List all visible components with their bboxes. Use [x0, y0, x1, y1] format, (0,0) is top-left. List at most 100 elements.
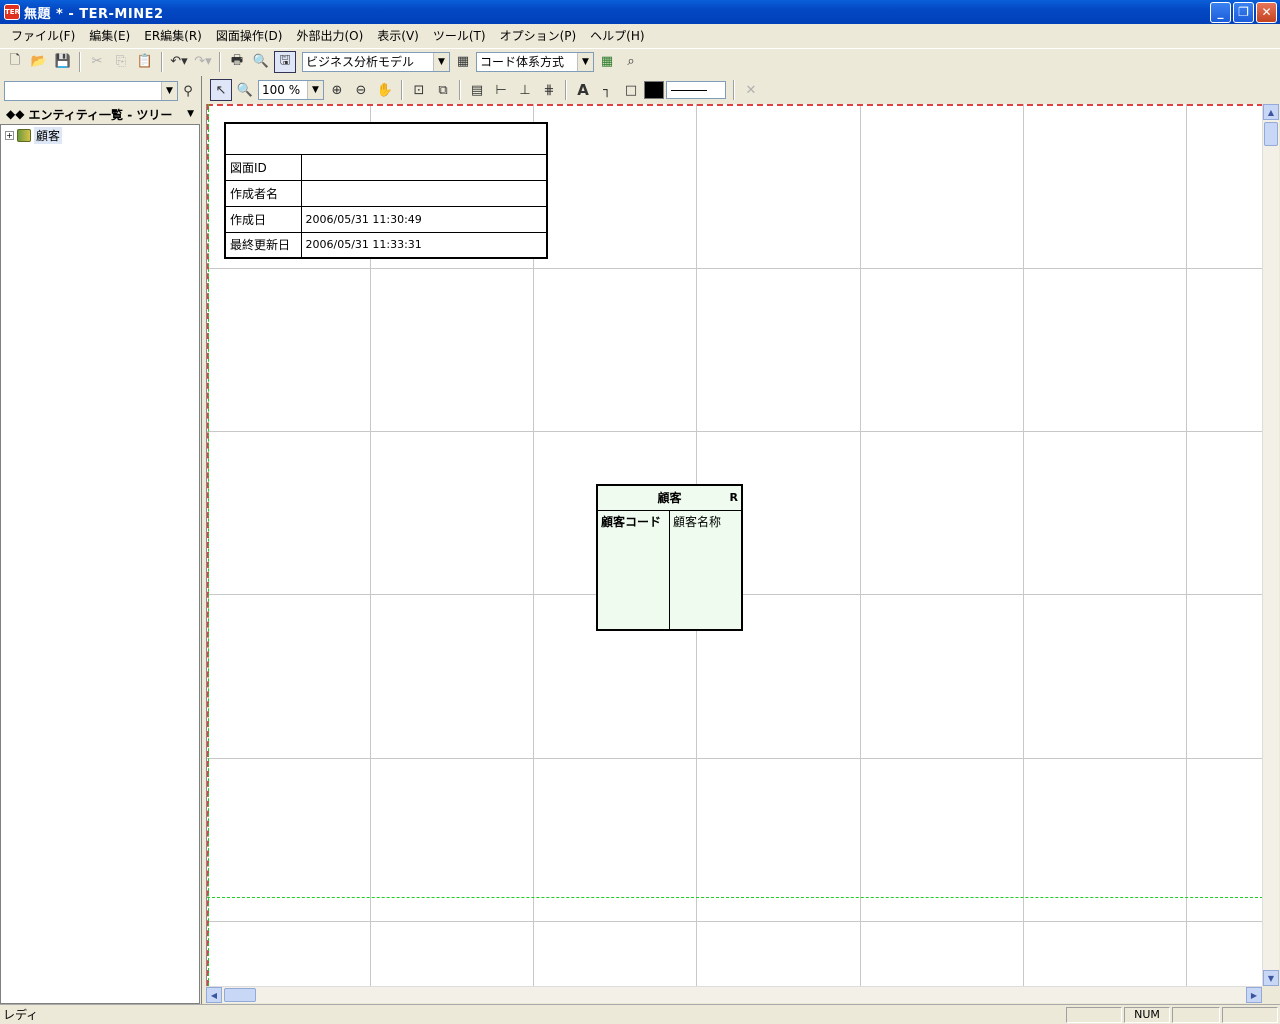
entity-attribute: 顧客名称 — [673, 515, 722, 529]
relation-many-icon[interactable]: ⋕ — [538, 79, 560, 101]
toolbar-separator — [459, 80, 461, 100]
cut-icon[interactable]: ✂ — [86, 51, 108, 73]
grid-line — [207, 431, 1262, 432]
menu-bar: ファイル(F) 編集(E) ER編集(R) 図面操作(D) 外部出力(O) 表示… — [0, 24, 1280, 46]
status-panel-empty — [1066, 1006, 1122, 1023]
horizontal-scrollbar[interactable]: ◀ ▶ — [206, 986, 1262, 1003]
entity-book-icon — [17, 129, 31, 142]
diagram-canvas[interactable]: 図面ID 作成者名 作成日 2006/05/31 11:30:49 最終更新日 20… — [206, 104, 1262, 986]
status-panel-empty — [1222, 1006, 1278, 1023]
minimize-button[interactable]: _ — [1210, 2, 1231, 23]
zoom-in-icon[interactable]: ⊕ — [326, 79, 348, 101]
print-icon[interactable]: 🖶 — [226, 51, 248, 73]
add-entity-icon[interactable]: ▤ — [466, 79, 488, 101]
zoom-select[interactable]: 100 % ▼ — [258, 80, 324, 100]
toolbar-separator — [79, 51, 81, 72]
entity-body: 顧客コード 顧客名称 — [598, 511, 741, 629]
status-text: レディ — [3, 1008, 39, 1022]
grid-line — [1023, 104, 1024, 986]
grid-line — [860, 104, 861, 986]
vertical-scroll-thumb[interactable] — [1264, 122, 1278, 146]
menu-help[interactable]: ヘルプ(H) — [583, 27, 651, 44]
chevron-down-icon[interactable]: ▼ — [187, 109, 194, 119]
info-value — [300, 179, 548, 207]
table-row: 作成日 2006/05/31 11:30:49 — [224, 205, 548, 233]
left-combo-row: ▼ ⚲ — [4, 81, 200, 101]
info-value: 2006/05/31 11:33:31 — [300, 231, 548, 259]
save-icon[interactable]: 💾 — [52, 51, 74, 73]
chevron-down-icon[interactable]: ▼ — [433, 52, 449, 71]
menu-er-edit[interactable]: ER編集(R) — [137, 27, 209, 44]
app-icon[interactable]: TER — [4, 4, 20, 20]
zoom-out-icon[interactable]: ⊖ — [350, 79, 372, 101]
elbow-line-icon[interactable]: ┐ — [596, 79, 618, 101]
fit-page-icon[interactable]: ⊡ — [408, 79, 430, 101]
menu-edit[interactable]: 編集(E) — [82, 27, 137, 44]
tree-item[interactable]: + 顧客 — [5, 127, 63, 144]
zoom-icon[interactable]: 🔍 — [234, 79, 256, 101]
diagram-info-table[interactable]: 図面ID 作成者名 作成日 2006/05/31 11:30:49 最終更新日 20… — [224, 122, 548, 259]
title-bar: TER 無題 * - TER-MINE2 _ ❐ ✕ — [0, 0, 1280, 24]
toolbar-separator — [161, 51, 163, 72]
expand-icon[interactable]: + — [5, 131, 14, 140]
redo-icon[interactable]: ↷▾ — [192, 51, 214, 73]
info-key: 最終更新日 — [224, 231, 302, 259]
scroll-down-icon[interactable]: ▼ — [1263, 970, 1279, 986]
tree-item-label[interactable]: 顧客 — [34, 127, 63, 144]
new-file-icon[interactable]: 🗋 — [4, 51, 26, 73]
menu-export[interactable]: 外部出力(O) — [289, 27, 370, 44]
entity-filter-select[interactable]: ▼ — [4, 81, 178, 101]
scroll-up-icon[interactable]: ▲ — [1263, 104, 1279, 120]
page-settings-icon[interactable]: ⧉ — [432, 79, 454, 101]
line-style-select[interactable] — [666, 81, 726, 99]
open-folder-icon[interactable]: 📂 — [28, 51, 50, 73]
copy-icon[interactable]: ⎘ — [110, 51, 132, 73]
text-icon[interactable]: A — [572, 79, 594, 101]
scroll-left-icon[interactable]: ◀ — [206, 987, 222, 1003]
entity-header: 顧客 R — [598, 486, 741, 511]
menu-view[interactable]: 表示(V) — [370, 27, 426, 44]
table-settings-icon[interactable]: ▦ — [452, 51, 474, 73]
tree-header: ◆◆ エンティティ一覧 - ツリー ▼ — [0, 104, 200, 124]
restore-button[interactable]: ❐ — [1233, 2, 1254, 23]
entity-tree[interactable]: + 顧客 — [0, 124, 200, 1004]
paste-icon[interactable]: 📋 — [134, 51, 156, 73]
subtype-icon[interactable]: ⊥ — [514, 79, 536, 101]
hand-pan-icon[interactable]: ✋ — [374, 79, 396, 101]
info-value: 2006/05/31 11:30:49 — [300, 205, 548, 233]
save-diagram-icon[interactable]: 🖫 — [274, 50, 296, 73]
entity-box[interactable]: 顧客 R 顧客コード 顧客名称 — [596, 484, 743, 631]
model-select-value: ビジネス分析モデル — [306, 55, 415, 69]
scroll-right-icon[interactable]: ▶ — [1246, 987, 1262, 1003]
code-select[interactable]: コード体系方式 ▼ — [476, 51, 594, 72]
grid-line — [207, 758, 1262, 759]
vertical-scrollbar[interactable]: ▲ ▼ — [1262, 104, 1279, 986]
close-button[interactable]: ✕ — [1256, 2, 1277, 23]
diagram-toolbar: ↖ 🔍 100 % ▼ ⊕ ⊖ ✋ ⊡ ⧉ ▤ ⊢ ⊥ ⋕ A ┐ □ ▼ ✕ — [206, 78, 1280, 102]
color-picker[interactable] — [644, 81, 664, 99]
info-value — [300, 153, 548, 181]
nav-arrows-icon[interactable]: ◆◆ — [6, 107, 24, 121]
horizontal-scroll-thumb[interactable] — [224, 988, 256, 1002]
model-select[interactable]: ビジネス分析モデル ▼ — [302, 51, 450, 72]
relation-line-icon[interactable]: ⊢ — [490, 79, 512, 101]
select-pointer-icon[interactable]: ↖ — [210, 79, 232, 101]
chevron-down-icon[interactable]: ▼ — [307, 81, 323, 99]
chevron-down-icon[interactable]: ▼ — [161, 82, 177, 100]
menu-tools[interactable]: ツール(T) — [426, 27, 493, 44]
undo-icon[interactable]: ↶▾ — [168, 51, 190, 73]
menu-options[interactable]: オプション(P) — [493, 27, 584, 44]
search-entity-icon[interactable]: ⚲ — [178, 80, 198, 102]
chevron-down-icon[interactable]: ▼ — [577, 52, 593, 71]
main-toolbar: 🗋 📂 💾 ✂ ⎘ 📋 ↶▾ ↷▾ 🖶 🔍 🖫 ビジネス分析モデル ▼ ▦ コー… — [0, 48, 1280, 74]
menu-diagram[interactable]: 図面操作(D) — [209, 27, 290, 44]
toolbar-separator — [732, 80, 735, 100]
entity-type-mark: R — [729, 491, 738, 504]
menu-file[interactable]: ファイル(F) — [4, 27, 82, 44]
rectangle-icon[interactable]: □ — [620, 79, 642, 101]
grid-export-icon[interactable]: ▦ — [596, 51, 618, 73]
delete-icon[interactable]: ✕ — [740, 79, 762, 101]
print-preview-icon[interactable]: 🔍 — [250, 51, 272, 73]
toolbar-separator — [565, 80, 567, 100]
binoculars-icon[interactable]: ⌕ — [620, 51, 642, 73]
